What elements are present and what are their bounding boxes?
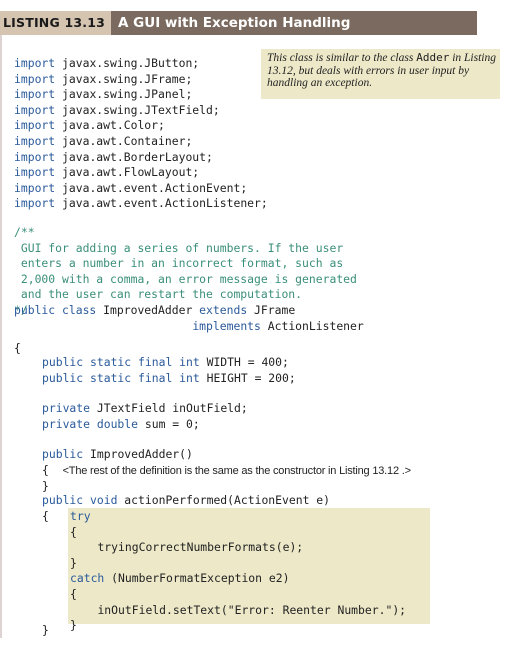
method-close-brace: } bbox=[42, 623, 49, 637]
code-line-import: import java.awt.Color; bbox=[14, 118, 165, 133]
import-list: import javax.swing.JButton; import javax.… bbox=[14, 56, 268, 212]
code-line-import: import java.awt.Container; bbox=[14, 133, 193, 148]
code-line-import: import javax.swing.JTextField; bbox=[14, 102, 220, 117]
constants: public static final int WIDTH = 400; publ… bbox=[42, 355, 296, 385]
code-line-import: import java.awt.event.ActionEvent; bbox=[14, 180, 248, 195]
code-line-import: import java.awt.FlowLayout; bbox=[14, 165, 200, 180]
class-declaration: public class ImprovedAdder extends JFram… bbox=[14, 303, 364, 333]
try-catch-block: try{ tryingCorrectNumberFormats(e);} catc… bbox=[70, 509, 407, 633]
listing-header: LISTING 13.13 A GUI with Exception Handl… bbox=[0, 11, 477, 35]
class-open-brace: { bbox=[14, 341, 21, 355]
left-border-rule bbox=[0, 35, 2, 638]
constructor-remark: <The rest of the definition is the same … bbox=[62, 464, 411, 477]
margin-note: This class is similar to the class Adder… bbox=[261, 49, 500, 99]
code-line-import: import javax.swing.JButton; bbox=[14, 56, 200, 70]
code-line-import: import javax.swing.JFrame; bbox=[14, 71, 193, 86]
listing-number: LISTING 13.13 bbox=[0, 11, 111, 35]
instance-fields: private JTextField inOutField; private do… bbox=[42, 401, 248, 431]
note-code-word: Adder bbox=[416, 51, 450, 64]
listing-title: A GUI with Exception Handling bbox=[118, 15, 351, 31]
note-text-1: This class is similar to the class bbox=[267, 52, 417, 64]
code-line-import: import java.awt.event.ActionListener; bbox=[14, 196, 268, 211]
code-line-import: import javax.swing.JPanel; bbox=[14, 87, 193, 102]
code-line-import: import java.awt.BorderLayout; bbox=[14, 149, 213, 164]
